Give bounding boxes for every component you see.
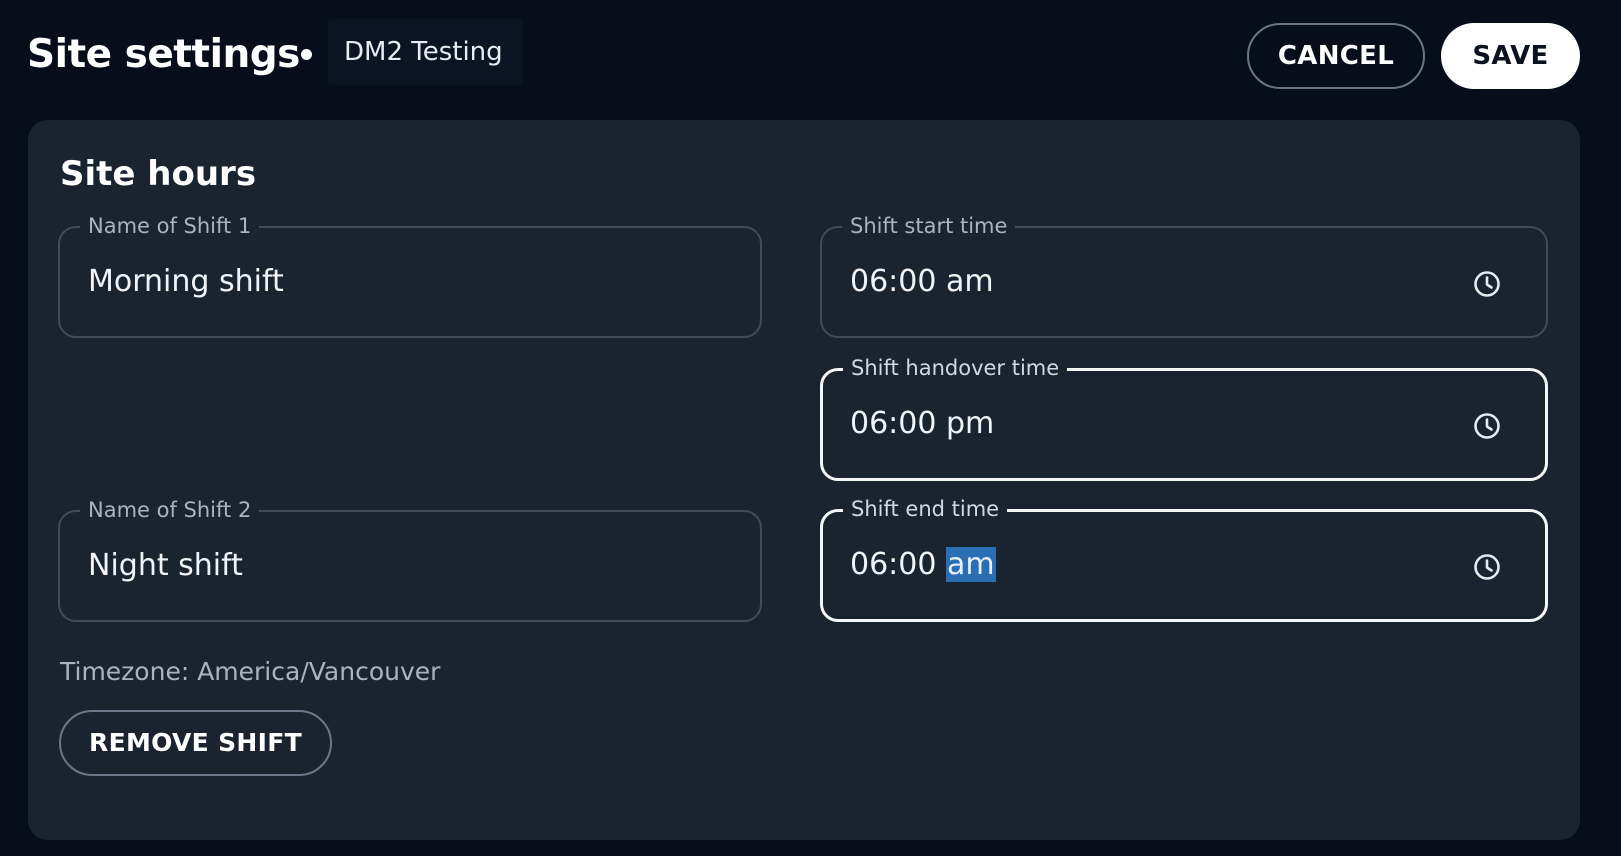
clock-icon[interactable] xyxy=(1472,552,1502,582)
title-separator-dot xyxy=(301,49,312,60)
shift1-name-label: Name of Shift 1 xyxy=(80,213,260,239)
shift-start-time-field[interactable]: Shift start time 06:00 am xyxy=(820,213,1548,338)
shift-end-time-label: Shift end time xyxy=(843,496,1008,522)
start-time-hours: 06:00 xyxy=(850,264,937,299)
end-time-period-selected[interactable]: am xyxy=(946,547,996,582)
clock-icon[interactable] xyxy=(1472,269,1502,299)
handover-time-period: pm xyxy=(946,406,995,441)
page-header: Site settings DM2 Testing CANCEL SAVE xyxy=(0,0,1621,112)
shift-end-time-value: 06:00 am xyxy=(850,545,996,585)
handover-time-hours: 06:00 xyxy=(850,406,937,441)
remove-shift-button[interactable]: REMOVE SHIFT xyxy=(59,710,332,776)
shift2-name-value: Night shift xyxy=(88,548,243,583)
page-title: Site settings xyxy=(27,32,300,77)
shift-start-time-label: Shift start time xyxy=(842,213,1016,239)
shift2-name-label: Name of Shift 2 xyxy=(80,497,260,523)
start-time-period: am xyxy=(946,264,994,299)
site-name-chip: DM2 Testing xyxy=(328,19,522,85)
shift1-name-value: Morning shift xyxy=(88,264,284,299)
shift-end-time-field[interactable]: Shift end time 06:00 am xyxy=(820,496,1548,622)
site-hours-card: Site hours Name of Shift 1 Morning shift… xyxy=(28,120,1580,840)
shift1-name-field[interactable]: Name of Shift 1 Morning shift xyxy=(58,213,762,338)
shift-handover-time-label: Shift handover time xyxy=(843,355,1068,381)
section-title: Site hours xyxy=(60,154,257,194)
clock-icon[interactable] xyxy=(1472,411,1502,441)
cancel-button[interactable]: CANCEL xyxy=(1247,23,1425,89)
shift2-name-field[interactable]: Name of Shift 2 Night shift xyxy=(58,497,762,622)
end-time-hours: 06:00 xyxy=(850,547,937,582)
shift-handover-time-field[interactable]: Shift handover time 06:00 pm xyxy=(820,355,1548,481)
shift-start-time-value: 06:00 am xyxy=(850,262,994,302)
shift-handover-time-value: 06:00 pm xyxy=(850,404,994,444)
save-button[interactable]: SAVE xyxy=(1441,23,1580,89)
timezone-text: Timezone: America/Vancouver xyxy=(60,657,441,686)
